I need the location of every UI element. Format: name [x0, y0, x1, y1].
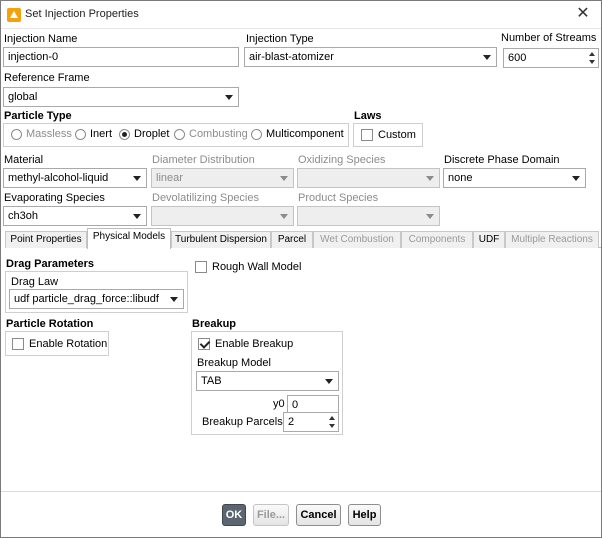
radio-droplet-label: Droplet — [134, 128, 170, 140]
chevron-down-icon — [133, 214, 141, 219]
tab-udf[interactable]: UDF — [473, 231, 505, 248]
enable-rotation-checkbox[interactable] — [12, 338, 24, 350]
number-of-streams-spinner[interactable]: 600 — [503, 48, 599, 68]
button-bar-divider — [1, 491, 601, 492]
reference-frame-label: Reference Frame — [4, 72, 90, 84]
product-species-dropdown[interactable] — [297, 206, 440, 226]
material-dropdown[interactable]: methyl-alcohol-liquid — [3, 168, 147, 188]
injection-type-value: air-blast-atomizer — [249, 51, 334, 63]
breakup-model-value: TAB — [201, 375, 222, 387]
chevron-down-icon — [133, 176, 141, 181]
chevron-down-icon — [426, 176, 434, 181]
custom-laws-label: Custom — [378, 129, 416, 141]
evaporating-species-value: ch3oh — [8, 210, 38, 222]
diameter-distribution-label: Diameter Distribution — [152, 154, 255, 166]
chevron-down-icon — [572, 176, 580, 181]
evaporating-species-dropdown[interactable]: ch3oh — [3, 206, 147, 226]
breakup-model-label: Breakup Model — [197, 357, 271, 369]
drag-parameters-title: Drag Parameters — [6, 258, 95, 270]
spin-down-icon[interactable] — [329, 424, 335, 428]
chevron-down-icon — [426, 214, 434, 219]
tab-wet-combustion[interactable]: Wet Combustion — [313, 231, 401, 248]
diameter-distribution-value: linear — [156, 172, 183, 184]
rough-wall-model-checkbox[interactable] — [195, 261, 207, 273]
breakup-model-dropdown[interactable]: TAB — [196, 371, 339, 391]
injection-name-label: Injection Name — [4, 33, 78, 45]
cancel-button[interactable]: Cancel — [296, 504, 341, 526]
chevron-down-icon — [170, 297, 178, 302]
injection-type-dropdown[interactable]: air-blast-atomizer — [244, 47, 497, 67]
chevron-down-icon — [225, 95, 233, 100]
devolatilizing-species-dropdown[interactable] — [151, 206, 294, 226]
number-of-streams-value: 600 — [508, 52, 527, 64]
tab-multiple-reactions[interactable]: Multiple Reactions — [505, 231, 599, 248]
rough-wall-model-label: Rough Wall Model — [212, 261, 302, 273]
particle-type-title: Particle Type — [4, 110, 72, 122]
drag-law-label: Drag Law — [11, 276, 59, 288]
spin-down-icon[interactable] — [589, 60, 595, 64]
spin-up-icon[interactable] — [329, 416, 335, 420]
enable-breakup-label: Enable Breakup — [215, 338, 294, 350]
discrete-phase-domain-label: Discrete Phase Domain — [444, 154, 560, 166]
help-button[interactable]: Help — [348, 504, 381, 526]
radio-multicomponent[interactable] — [251, 129, 262, 140]
oxidizing-species-dropdown[interactable] — [297, 168, 440, 188]
close-icon[interactable]: ✕ — [573, 4, 593, 24]
diameter-distribution-dropdown[interactable]: linear — [151, 168, 294, 188]
breakup-parcels-spinner[interactable]: 2 — [283, 412, 339, 432]
discrete-phase-domain-value: none — [448, 172, 473, 184]
laws-title: Laws — [354, 110, 382, 122]
ok-button[interactable]: OK — [222, 504, 246, 526]
devolatilizing-species-label: Devolatilizing Species — [152, 192, 259, 204]
y0-label: y0 — [273, 398, 285, 410]
injection-type-label: Injection Type — [246, 33, 314, 45]
drag-law-dropdown[interactable]: udf particle_drag_force::libudf — [9, 289, 184, 309]
window-title: Set Injection Properties — [25, 8, 139, 20]
radio-inert-label: Inert — [90, 128, 113, 140]
product-species-label: Product Species — [298, 192, 379, 204]
drag-law-value: udf particle_drag_force::libudf — [14, 293, 159, 305]
radio-combusting[interactable] — [174, 129, 185, 140]
custom-laws-checkbox[interactable] — [361, 129, 373, 141]
number-of-streams-label: Number of Streams — [501, 32, 597, 44]
chevron-down-icon — [280, 176, 288, 181]
properties-tab-bar: Point Properties Physical Models Turbule… — [5, 228, 601, 249]
radio-droplet[interactable] — [119, 129, 130, 140]
tab-parcel[interactable]: Parcel — [271, 231, 313, 248]
tab-physical-models[interactable]: Physical Models — [87, 228, 171, 249]
radio-multicomponent-label: Multicomponent — [266, 128, 344, 140]
tab-turbulent-dispersion[interactable]: Turbulent Dispersion — [171, 231, 271, 248]
app-logo-icon — [7, 8, 21, 22]
chevron-down-icon — [325, 379, 333, 384]
chevron-down-icon — [483, 55, 491, 60]
radio-massless[interactable] — [11, 129, 22, 140]
radio-massless-label: Massless — [26, 128, 72, 140]
set-injection-properties-dialog: Set Injection Properties ✕ Injection Nam… — [0, 0, 602, 538]
material-value: methyl-alcohol-liquid — [8, 172, 109, 184]
oxidizing-species-label: Oxidizing Species — [298, 154, 386, 166]
breakup-parcels-value: 2 — [288, 416, 295, 428]
enable-rotation-label: Enable Rotation — [29, 338, 108, 350]
evaporating-species-label: Evaporating Species — [4, 192, 105, 204]
particle-rotation-title: Particle Rotation — [6, 318, 94, 330]
tab-point-properties[interactable]: Point Properties — [5, 231, 87, 248]
radio-inert[interactable] — [75, 129, 86, 140]
discrete-phase-domain-dropdown[interactable]: none — [443, 168, 586, 188]
breakup-parcels-label: Breakup Parcels — [202, 416, 283, 428]
chevron-down-icon — [280, 214, 288, 219]
reference-frame-value: global — [8, 91, 38, 103]
spin-up-icon[interactable] — [589, 52, 595, 56]
tab-components[interactable]: Components — [401, 231, 473, 248]
enable-breakup-checkbox[interactable] — [198, 338, 210, 350]
radio-combusting-label: Combusting — [189, 128, 248, 140]
reference-frame-dropdown[interactable]: global — [3, 87, 239, 107]
material-label: Material — [4, 154, 44, 166]
injection-name-input[interactable]: injection-0 — [3, 47, 239, 67]
file-button[interactable]: File... — [253, 504, 289, 526]
title-bar: Set Injection Properties ✕ — [1, 1, 601, 29]
breakup-title: Breakup — [192, 318, 237, 330]
